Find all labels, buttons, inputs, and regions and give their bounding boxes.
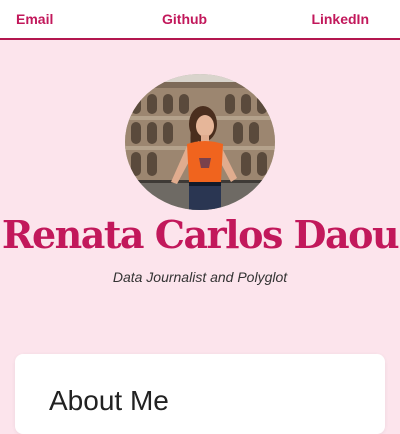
profile-photo <box>125 74 275 210</box>
top-navigation: Email Github LinkedIn <box>0 0 400 40</box>
profile-name: Renata Carlos Daou <box>1 212 400 257</box>
about-me-card: About Me <box>15 354 385 434</box>
email-link[interactable]: Email <box>16 10 53 28</box>
linkedin-link[interactable]: LinkedIn <box>311 10 369 28</box>
github-link[interactable]: Github <box>162 10 207 28</box>
profile-subtitle: Data Journalist and Polyglot <box>112 269 288 285</box>
about-me-heading: About Me <box>49 385 169 416</box>
